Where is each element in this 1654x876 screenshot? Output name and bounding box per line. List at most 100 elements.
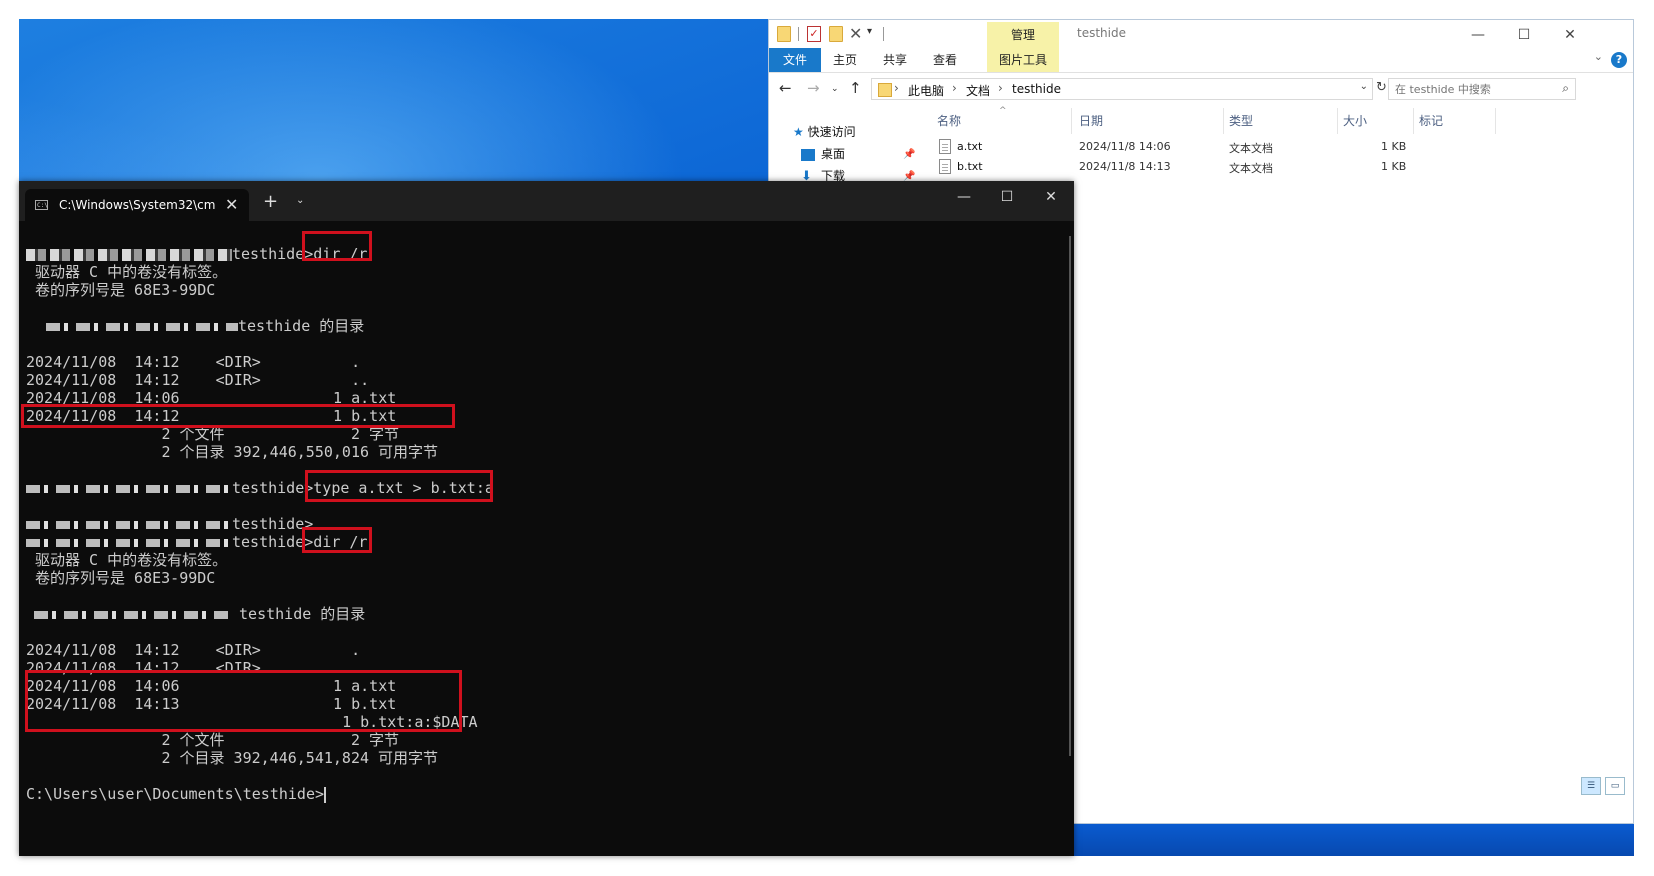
tab-file[interactable]: 文件: [769, 48, 821, 72]
properties-icon[interactable]: ✓: [807, 26, 821, 42]
chevron-down-icon[interactable]: ⌄: [1360, 81, 1368, 92]
search-input[interactable]: [1395, 81, 1545, 97]
chevron-right-icon: ›: [998, 81, 1003, 95]
refresh-icon[interactable]: ↻: [1376, 80, 1387, 95]
terminal-line: 卷的序列号是 68E3-99DC: [26, 569, 216, 587]
star-icon: ★: [793, 125, 804, 139]
help-icon[interactable]: ?: [1611, 52, 1627, 68]
customize-quick-access-icon[interactable]: ▾: [867, 26, 881, 42]
folder-icon: [777, 26, 791, 42]
terminal-window: C:\ C:\Windows\System32\cmd.exe ✕ + ⌄ — …: [19, 181, 1074, 856]
delete-icon[interactable]: ✕: [849, 26, 863, 42]
new-tab-button[interactable]: +: [263, 191, 278, 212]
explorer-titlebar: ✓ ✕ ▾ 管理 testhide — ☐ ✕: [769, 20, 1633, 48]
nav-quick-access[interactable]: ★ 快速访问: [793, 123, 856, 141]
file-type: 文本文档: [1229, 142, 1273, 155]
text-file-icon: [939, 159, 951, 174]
nav-quick-access-label: 快速访问: [807, 125, 856, 139]
column-divider[interactable]: [1071, 108, 1072, 134]
nav-desktop-label: 桌面: [821, 147, 846, 161]
column-divider[interactable]: [1337, 108, 1338, 134]
search-icon[interactable]: ⌕: [1562, 81, 1569, 96]
redacted-path: [26, 538, 232, 547]
manage-tab[interactable]: 管理: [987, 22, 1059, 48]
terminal-line: 2024/11/08 14:12 <DIR> .: [26, 641, 361, 659]
recent-locations-icon[interactable]: ⌄: [831, 84, 839, 94]
close-button[interactable]: ✕: [1031, 189, 1071, 205]
file-row[interactable]: a.txt 2024/11/8 14:06 文本文档 1 KB: [929, 137, 1499, 157]
highlight-box: [25, 670, 462, 732]
terminal-tab[interactable]: C:\ C:\Windows\System32\cmd.exe ✕: [25, 189, 249, 221]
ribbon-tabs: 文件 主页 共享 查看 图片工具 ⌄ ?: [769, 48, 1633, 73]
column-divider[interactable]: [1413, 108, 1414, 134]
forward-arrow-icon[interactable]: →: [807, 79, 820, 97]
chevron-down-icon[interactable]: ⌄: [296, 195, 304, 206]
column-date[interactable]: 日期: [1079, 112, 1103, 129]
taskbar: [1074, 824, 1634, 856]
column-tags[interactable]: 标记: [1419, 112, 1443, 129]
terminal-line: testhide 的目录: [26, 605, 365, 623]
chevron-right-icon: ›: [952, 81, 957, 95]
redacted-path: [26, 248, 232, 261]
nav-desktop[interactable]: 桌面: [801, 145, 845, 163]
desktop-icon: [801, 148, 815, 161]
highlight-box: [302, 527, 372, 553]
back-arrow-icon[interactable]: ←: [779, 79, 792, 97]
maximize-button[interactable]: ☐: [987, 189, 1027, 205]
large-icons-view-icon[interactable]: ▭: [1605, 777, 1625, 795]
redacted-path: [26, 484, 232, 493]
breadcrumb-this-pc[interactable]: 此电脑: [908, 82, 944, 99]
file-row[interactable]: b.txt 2024/11/8 14:13 文本文档 1 KB: [929, 157, 1499, 177]
text-file-icon: [939, 139, 951, 154]
address-bar[interactable]: › 此电脑 › 文档 › testhide ⌄: [871, 78, 1373, 100]
column-divider[interactable]: [1495, 108, 1496, 134]
tab-picture-tools[interactable]: 图片工具: [987, 48, 1059, 72]
breadcrumb-documents[interactable]: 文档: [966, 82, 990, 99]
terminal-line: testhide 的目录: [26, 317, 364, 335]
terminal-line: 2024/11/08 14:12 <DIR> ..: [26, 371, 370, 389]
search-box[interactable]: ⌕: [1388, 78, 1576, 100]
column-divider[interactable]: [1223, 108, 1224, 134]
terminal-line: 2024/11/08 14:12 <DIR> .: [26, 353, 361, 371]
address-row: ← → ⌄ ↑ › 此电脑 › 文档 › testhide ⌄ ↻ ⌕: [769, 75, 1633, 105]
separator: [883, 27, 884, 41]
column-type[interactable]: 类型: [1229, 112, 1253, 129]
tab-view[interactable]: 查看: [925, 48, 965, 72]
chevron-right-icon: ›: [894, 81, 899, 95]
redacted-path: [26, 520, 232, 529]
new-folder-icon[interactable]: [829, 26, 843, 42]
file-date: 2024/11/8 14:13: [1079, 160, 1171, 173]
close-button[interactable]: ✕: [1547, 22, 1593, 48]
breadcrumb-testhide[interactable]: testhide: [1012, 82, 1061, 96]
file-size: 1 KB: [1381, 140, 1407, 153]
sort-ascending-icon: ^: [999, 106, 1007, 116]
highlight-box: [305, 470, 493, 502]
scrollbar[interactable]: [1069, 236, 1071, 756]
view-switcher: ☰ ▭: [1577, 777, 1625, 795]
terminal-line: 驱动器 C 中的卷没有标签。: [26, 551, 228, 569]
folder-icon: [878, 83, 892, 97]
tab-share[interactable]: 共享: [875, 48, 915, 72]
minimize-button[interactable]: —: [944, 189, 984, 205]
terminal-line: 2 个目录 392,446,541,824 可用字节: [26, 749, 439, 767]
column-size[interactable]: 大小: [1343, 112, 1367, 129]
column-name[interactable]: 名称: [937, 112, 961, 129]
window-title: testhide: [1077, 26, 1126, 40]
chevron-down-icon[interactable]: ⌄: [1594, 50, 1603, 63]
file-date: 2024/11/8 14:06: [1079, 140, 1171, 153]
file-type: 文本文档: [1229, 162, 1273, 175]
terminal-line: 卷的序列号是 68E3-99DC: [26, 281, 216, 299]
close-tab-icon[interactable]: ✕: [225, 195, 238, 214]
details-view-icon[interactable]: ☰: [1581, 777, 1601, 795]
tab-home[interactable]: 主页: [825, 48, 865, 72]
separator: [798, 27, 799, 41]
highlight-box: [302, 231, 372, 261]
terminal-line: testhide>: [26, 515, 313, 533]
terminal-tab-title: C:\Windows\System32\cmd.exe: [59, 198, 215, 212]
up-arrow-icon[interactable]: ↑: [849, 79, 862, 97]
minimize-button[interactable]: —: [1455, 22, 1501, 48]
terminal-prompt[interactable]: C:\Users\user\Documents\testhide>: [26, 785, 327, 803]
maximize-button[interactable]: ☐: [1501, 22, 1547, 48]
pin-icon[interactable]: 📌: [903, 149, 915, 160]
terminal-line: 驱动器 C 中的卷没有标签。: [26, 263, 228, 281]
